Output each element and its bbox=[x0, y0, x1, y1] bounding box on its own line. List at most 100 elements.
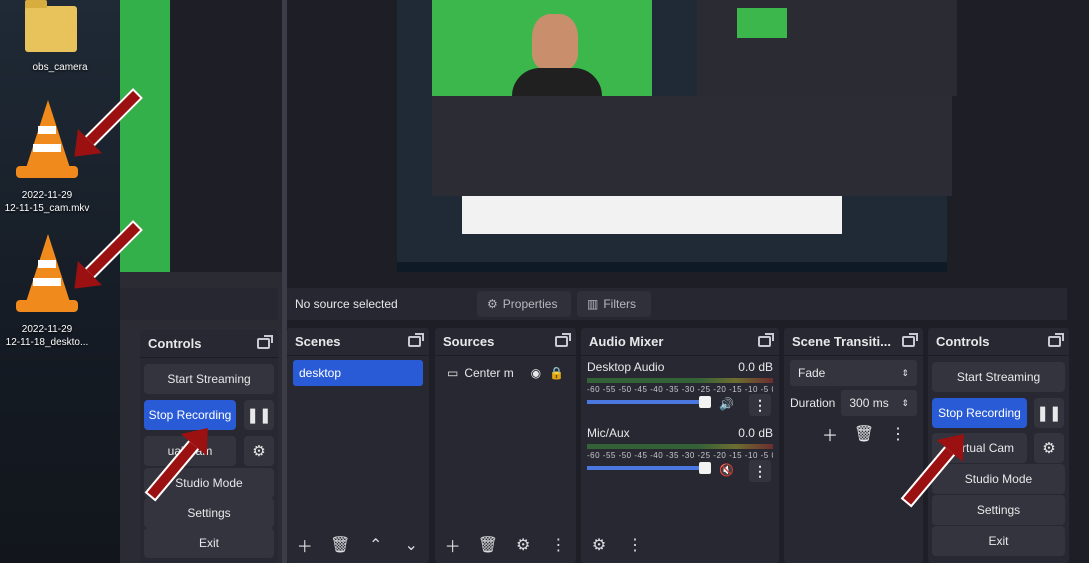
nested-white-panel bbox=[462, 196, 842, 234]
more-icon[interactable]: ⋮ bbox=[547, 533, 570, 557]
nested-green-screen bbox=[737, 8, 787, 38]
nested-taskbar bbox=[397, 262, 947, 272]
float-dock-icon[interactable] bbox=[408, 333, 424, 347]
speaker-muted-icon[interactable]: 🔇 bbox=[719, 463, 734, 477]
left-controls-header: Controls bbox=[140, 330, 278, 358]
channel-name: Desktop Audio bbox=[587, 360, 665, 374]
channel-name: Mic/Aux bbox=[587, 426, 630, 440]
float-dock-icon[interactable] bbox=[257, 335, 273, 349]
controls-title: Controls bbox=[936, 334, 990, 349]
more-icon[interactable]: ⋮ bbox=[749, 394, 771, 416]
channel-level: 0.0 dB bbox=[738, 360, 773, 374]
preview-canvas[interactable] bbox=[397, 0, 957, 272]
filter-icon: ▥ bbox=[587, 297, 599, 311]
trash-icon[interactable]: 🗑 bbox=[476, 533, 499, 557]
eye-icon[interactable]: ◉ bbox=[531, 366, 541, 380]
transition-toolbar: ＋ 🗑 ⋮ bbox=[818, 422, 923, 446]
stop-recording-button[interactable]: Stop Recording bbox=[932, 398, 1027, 428]
desktop: obs_camera 2022-11-29 12-11-15_cam.mkv 2… bbox=[0, 0, 120, 563]
no-source-label: No source selected bbox=[295, 297, 398, 311]
duration-label: Duration bbox=[790, 396, 836, 410]
filters-label: Filters bbox=[603, 297, 637, 311]
main-obs-window: No source selected ⚙ Properties ▥ Filter… bbox=[287, 0, 1089, 563]
chevron-down-icon[interactable]: ⌄ bbox=[400, 533, 424, 557]
settings-button[interactable]: Settings bbox=[932, 495, 1065, 525]
duration-value: 300 ms bbox=[849, 396, 889, 410]
scene-item[interactable]: desktop bbox=[293, 360, 423, 386]
add-icon[interactable]: ＋ bbox=[293, 533, 317, 557]
transition-select[interactable]: Fade ⇕ bbox=[790, 360, 917, 386]
volume-meter bbox=[587, 378, 773, 383]
studio-mode-button[interactable]: Studio Mode bbox=[932, 464, 1065, 494]
exit-button[interactable]: Exit bbox=[932, 526, 1065, 556]
add-icon[interactable]: ＋ bbox=[818, 422, 842, 446]
nested-obs-preview bbox=[697, 0, 957, 96]
transitions-title: Scene Transiti... bbox=[792, 334, 891, 349]
desktop-icon-label: 2022-11-29 bbox=[21, 324, 73, 335]
left-pause-icon[interactable]: ❚❚ bbox=[244, 400, 274, 430]
green-screen bbox=[432, 0, 652, 96]
updown-icon: ⇕ bbox=[901, 397, 909, 408]
person-head bbox=[532, 14, 578, 70]
channel-level: 0.0 dB bbox=[738, 426, 773, 440]
volume-slider[interactable] bbox=[587, 396, 711, 408]
pause-icon[interactable]: ❚❚ bbox=[1034, 398, 1064, 428]
more-icon[interactable]: ⋮ bbox=[749, 460, 771, 482]
audio-mixer-header: Audio Mixer bbox=[581, 328, 779, 356]
float-dock-icon[interactable] bbox=[902, 333, 918, 347]
start-streaming-button[interactable]: Start Streaming bbox=[932, 362, 1065, 392]
left-start-streaming-button[interactable]: Start Streaming bbox=[144, 364, 274, 394]
left-exit-button[interactable]: Exit bbox=[144, 528, 274, 558]
speaker-icon[interactable]: 🔊 bbox=[719, 397, 734, 411]
controls-header: Controls bbox=[928, 328, 1069, 356]
more-icon[interactable]: ⋮ bbox=[886, 422, 910, 446]
meter-scale: -60 -55 -50 -45 -40 -35 -30 -25 -20 -15 … bbox=[587, 451, 773, 460]
filters-button[interactable]: ▥ Filters bbox=[577, 291, 651, 317]
left-obs-window: Controls Start Streaming Stop Recording … bbox=[120, 0, 282, 563]
volume-meter bbox=[587, 444, 773, 449]
left-preview-area bbox=[170, 0, 282, 272]
gear-icon[interactable]: ⚙ bbox=[1034, 433, 1064, 463]
volume-slider[interactable] bbox=[587, 462, 711, 474]
trash-icon[interactable]: 🗑 bbox=[852, 422, 876, 446]
desktop-audio-channel: Desktop Audio 0.0 dB -60 -55 -50 -45 -40… bbox=[581, 356, 779, 422]
scenes-toolbar: ＋ 🗑 ⌃ ⌄ bbox=[293, 533, 423, 557]
trash-icon[interactable]: 🗑 bbox=[329, 533, 353, 557]
lock-icon[interactable]: 🔒 bbox=[549, 366, 564, 380]
properties-label: Properties bbox=[502, 297, 558, 311]
chevron-up-icon[interactable]: ⌃ bbox=[364, 533, 388, 557]
scene-transitions-dock: Scene Transiti... Fade ⇕ Duration 300 ms… bbox=[784, 328, 923, 563]
slider-knob[interactable] bbox=[699, 396, 711, 408]
slider-knob[interactable] bbox=[699, 462, 711, 474]
float-dock-icon[interactable] bbox=[1048, 333, 1064, 347]
more-icon[interactable]: ⋮ bbox=[623, 533, 647, 557]
sources-title: Sources bbox=[443, 334, 495, 349]
left-settings-button[interactable]: Settings bbox=[144, 498, 274, 528]
source-item[interactable]: ▭ Center m ◉ 🔒 bbox=[441, 360, 570, 386]
add-icon[interactable]: ＋ bbox=[441, 533, 464, 557]
float-dock-icon[interactable] bbox=[758, 333, 774, 347]
gear-icon: ⚙ bbox=[487, 297, 498, 311]
float-dock-icon[interactable] bbox=[555, 333, 571, 347]
left-gear-icon[interactable]: ⚙ bbox=[244, 436, 274, 466]
sources-toolbar: ＋ 🗑 ⚙ ⋮ bbox=[441, 533, 570, 557]
properties-button[interactable]: ⚙ Properties bbox=[477, 291, 571, 317]
meter-scale: -60 -55 -50 -45 -40 -35 -30 -25 -20 -15 … bbox=[587, 385, 773, 394]
nested-obs-ui bbox=[432, 96, 952, 196]
monitor-icon: ▭ bbox=[447, 366, 459, 380]
scenes-title: Scenes bbox=[295, 334, 341, 349]
gear-icon[interactable]: ⚙ bbox=[512, 533, 535, 557]
sources-header: Sources bbox=[435, 328, 576, 356]
desktop-icon-obs-camera[interactable]: obs_camera bbox=[5, 0, 115, 76]
desktop-icon-label: obs_camera bbox=[32, 62, 88, 73]
person-body bbox=[512, 68, 602, 96]
duration-spinbox[interactable]: 300 ms ⇕ bbox=[841, 390, 917, 416]
updown-icon: ⇕ bbox=[901, 367, 909, 378]
audio-mixer-title: Audio Mixer bbox=[589, 334, 664, 349]
mic-aux-channel: Mic/Aux 0.0 dB -60 -55 -50 -45 -40 -35 -… bbox=[581, 422, 779, 488]
duration-row: Duration 300 ms ⇕ bbox=[790, 390, 917, 416]
mixer-toolbar: ⚙ ⋮ bbox=[587, 533, 773, 557]
desktop-icon-label: 12-11-15_cam.mkv bbox=[4, 203, 90, 214]
audio-mixer-dock: Audio Mixer Desktop Audio 0.0 dB -60 -55… bbox=[581, 328, 779, 563]
advanced-audio-icon[interactable]: ⚙ bbox=[587, 533, 611, 557]
